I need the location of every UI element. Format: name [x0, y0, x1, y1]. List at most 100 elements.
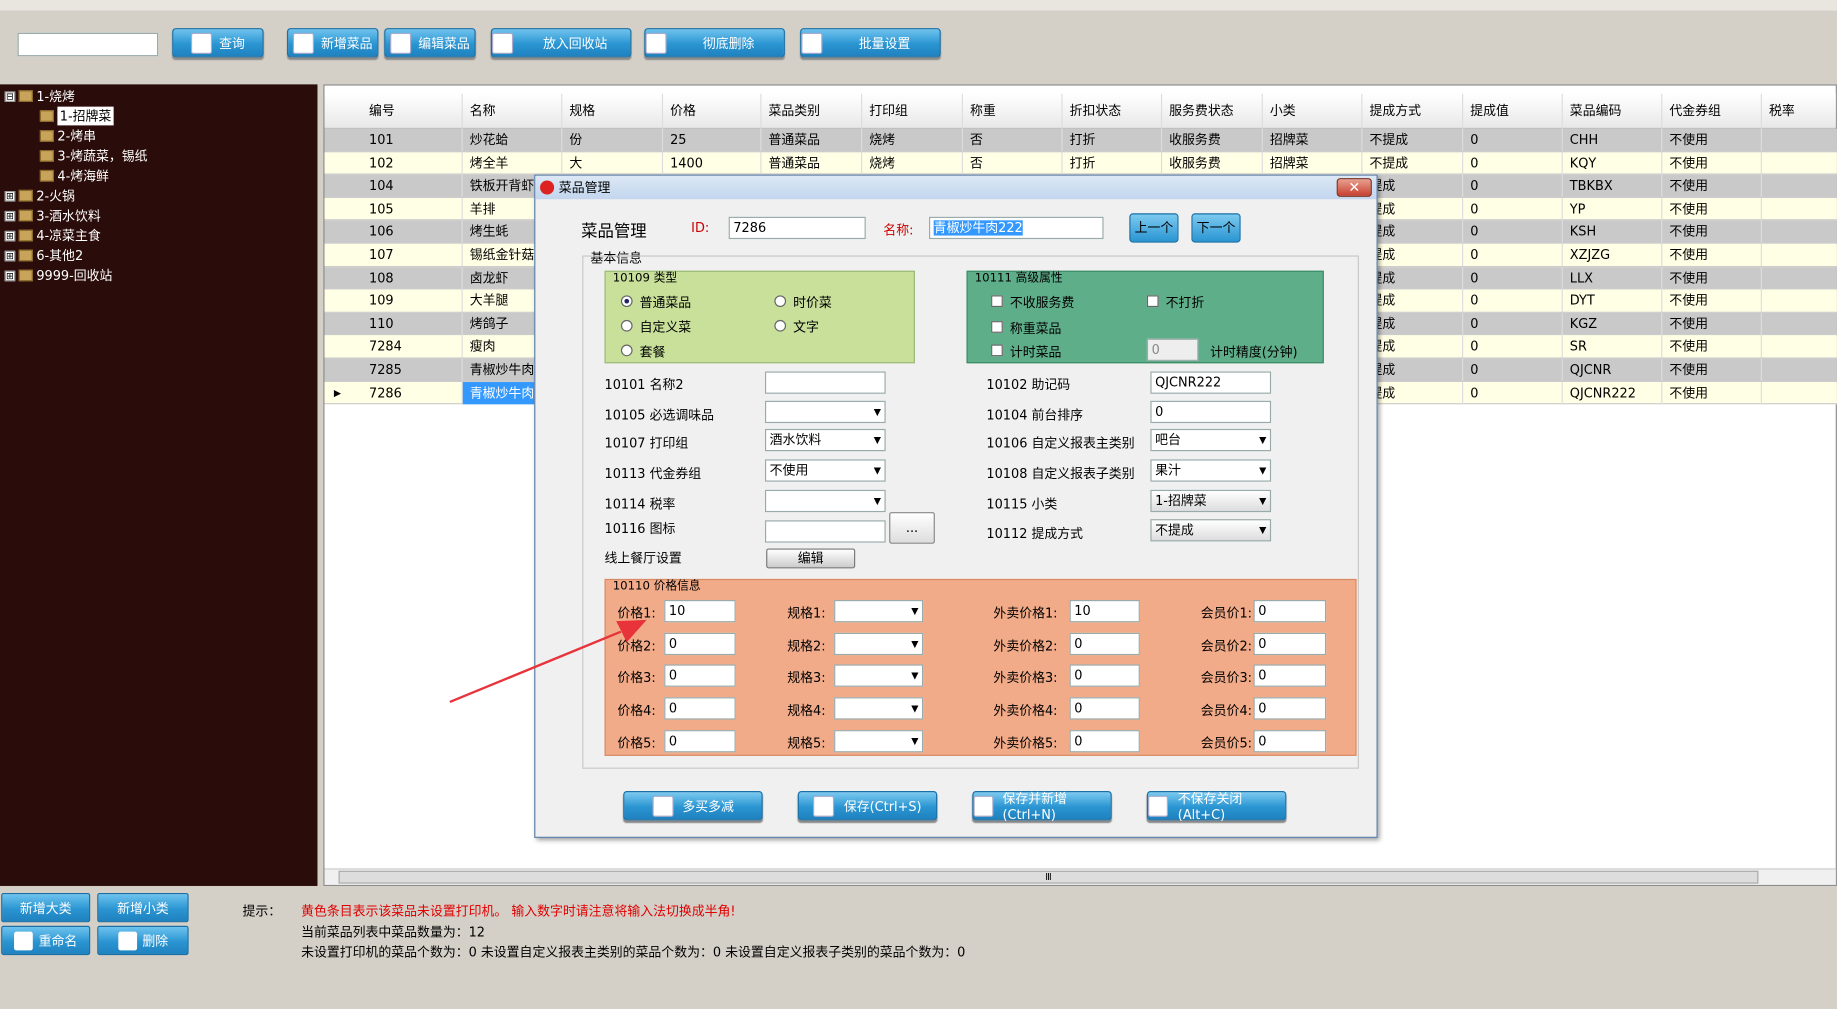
table-cell[interactable]: SR	[1563, 335, 1663, 358]
close-button[interactable]: ✕	[1336, 178, 1372, 197]
member-price-field[interactable]: 0	[1253, 697, 1327, 720]
grid-header-cell[interactable]: 菜品编码	[1563, 93, 1663, 129]
table-cell[interactable]	[1762, 221, 1837, 243]
grid-header-cell[interactable]: 价格	[663, 93, 762, 129]
table-cell[interactable]: 102	[362, 151, 463, 175]
table-cell[interactable]: 0	[1463, 151, 1563, 175]
next-button[interactable]: 下一个	[1191, 213, 1241, 243]
tree-node[interactable]: ⊞ 4-凉菜主食	[4, 226, 101, 245]
table-cell[interactable]	[1762, 152, 1837, 174]
table-cell[interactable]	[1762, 267, 1837, 289]
table-row[interactable]: 101 炒花蛤份 25 普通菜品 烧烤否打折 收服务费 招牌菜 不提成 0 CHH 不使用	[324, 128, 1837, 152]
add-dish-button[interactable]: 新增菜品	[287, 28, 379, 58]
spec-select[interactable]: ▼	[834, 730, 924, 753]
table-cell[interactable]: 不使用	[1662, 335, 1762, 358]
table-cell[interactable]: 烤全羊	[463, 151, 563, 175]
table-cell[interactable]	[1762, 313, 1837, 335]
spec-select[interactable]: ▼	[834, 664, 924, 687]
type-radio-market[interactable]	[774, 295, 787, 308]
grid-header-cell[interactable]: 小类	[1263, 93, 1363, 129]
table-cell[interactable]: QJCNR	[1563, 358, 1663, 381]
table-cell[interactable]: 101	[362, 128, 463, 152]
horizontal-scrollbar[interactable]: Ⅲ	[324, 868, 1836, 885]
no-discount-checkbox[interactable]	[1146, 295, 1159, 308]
table-cell[interactable]: 0	[1463, 289, 1563, 312]
table-cell[interactable]: 7285	[362, 358, 463, 381]
grid-header-cell[interactable]: 提成值	[1463, 93, 1563, 129]
report-sub-select[interactable]: 果汁 ▼	[1150, 459, 1272, 482]
table-cell[interactable]	[1762, 382, 1837, 404]
grid-header-cell[interactable]: 规格	[562, 93, 664, 129]
table-cell[interactable]	[1762, 359, 1837, 381]
delete-permanent-button[interactable]: 彻底删除	[644, 28, 785, 58]
table-cell[interactable]: 0	[1463, 358, 1563, 381]
no-service-fee-checkbox[interactable]	[991, 295, 1003, 308]
type-radio-text[interactable]	[774, 319, 787, 332]
table-cell[interactable]: LLX	[1563, 266, 1663, 289]
table-cell[interactable]: 0	[1463, 197, 1563, 221]
table-cell[interactable]: 否	[963, 128, 1063, 152]
table-cell[interactable]: 普通菜品	[761, 128, 863, 152]
table-cell[interactable]: 0	[1463, 266, 1563, 289]
table-cell[interactable]: 收服务费	[1162, 128, 1263, 152]
member-price-field[interactable]: 0	[1253, 632, 1327, 656]
tree-node[interactable]: ⊞ 3-酒水饮料	[4, 206, 101, 225]
table-cell[interactable]: YP	[1563, 197, 1663, 221]
edit-dish-button[interactable]: 编辑菜品	[384, 28, 476, 58]
table-cell[interactable]: 不使用	[1662, 358, 1762, 381]
table-cell[interactable]: 不使用	[1662, 151, 1762, 175]
table-cell[interactable]: 不提成	[1362, 128, 1464, 152]
table-cell[interactable]: 7284	[362, 335, 463, 358]
tree-node[interactable]: ⊞ 2-火锅	[4, 186, 75, 205]
member-price-field[interactable]: 0	[1253, 730, 1327, 753]
table-cell[interactable]: 不使用	[1662, 312, 1762, 335]
table-cell[interactable]: 普通菜品	[761, 151, 863, 175]
table-cell[interactable]: 106	[362, 220, 463, 244]
mnemonic-field[interactable]: QJCNR222	[1150, 371, 1272, 394]
table-cell[interactable]: 1400	[663, 151, 762, 175]
commission-select[interactable]: 不提成 ▼	[1150, 519, 1272, 542]
print-group-select[interactable]: 酒水饮料 ▼	[764, 428, 886, 452]
report-main-select[interactable]: 吧台 ▼	[1150, 428, 1272, 452]
price-field[interactable]: 0	[664, 664, 736, 687]
table-cell[interactable]: 0	[1463, 220, 1563, 244]
type-radio-custom[interactable]	[620, 319, 633, 332]
grid-header-cell[interactable]: 打印组	[862, 93, 963, 129]
table-cell[interactable]: 25	[663, 128, 762, 152]
table-row[interactable]: 102 烤全羊大 1400 普通菜品 烧烤否打折 收服务费 招牌菜 不提成 0 KQY 不使用	[324, 151, 1837, 175]
table-cell[interactable]: 不使用	[1662, 381, 1762, 404]
table-cell[interactable]	[1762, 290, 1837, 312]
table-cell[interactable]: DYT	[1563, 289, 1663, 312]
type-radio-normal[interactable]	[620, 295, 633, 308]
table-cell[interactable]: 7286	[362, 381, 463, 404]
table-cell[interactable]	[1762, 175, 1837, 197]
save-button[interactable]: 保存(Ctrl+S)	[797, 791, 938, 821]
table-cell[interactable]: 打折	[1063, 128, 1163, 152]
rename-button[interactable]: 重命名	[1, 925, 91, 956]
table-cell[interactable]: 109	[362, 289, 463, 312]
grid-header-cell[interactable]: 菜品类别	[761, 93, 863, 129]
table-cell[interactable]: 收服务费	[1162, 151, 1263, 175]
timed-checkbox[interactable]	[991, 344, 1003, 357]
table-cell[interactable]: 招牌菜	[1263, 128, 1363, 152]
tree-node[interactable]: ⊞ 9999-回收站	[4, 266, 113, 285]
name2-field[interactable]	[764, 371, 886, 394]
grid-header-cell[interactable]: 名称	[463, 93, 563, 129]
spec-select[interactable]: ▼	[834, 697, 924, 720]
table-cell[interactable]: 不使用	[1662, 128, 1762, 152]
takeout-price-field[interactable]: 0	[1069, 664, 1140, 687]
collapse-icon[interactable]: ⊟	[4, 90, 16, 102]
table-cell[interactable]: CHH	[1563, 128, 1663, 152]
table-cell[interactable]: 否	[963, 151, 1063, 175]
batch-settings-button[interactable]: 批量设置	[800, 28, 941, 58]
grid-header-cell[interactable]: 代金券组	[1662, 93, 1762, 129]
online-edit-button[interactable]: 编辑	[766, 548, 856, 569]
table-cell[interactable]: 不使用	[1662, 266, 1762, 289]
spec-select[interactable]: ▼	[834, 632, 924, 656]
table-cell[interactable]	[1762, 198, 1837, 220]
table-cell[interactable]: 110	[362, 312, 463, 335]
price-field[interactable]: 10	[664, 600, 736, 623]
table-cell[interactable]: 105	[362, 197, 463, 221]
delete-category-button[interactable]: 删除	[97, 925, 189, 956]
takeout-price-field[interactable]: 0	[1069, 730, 1140, 753]
